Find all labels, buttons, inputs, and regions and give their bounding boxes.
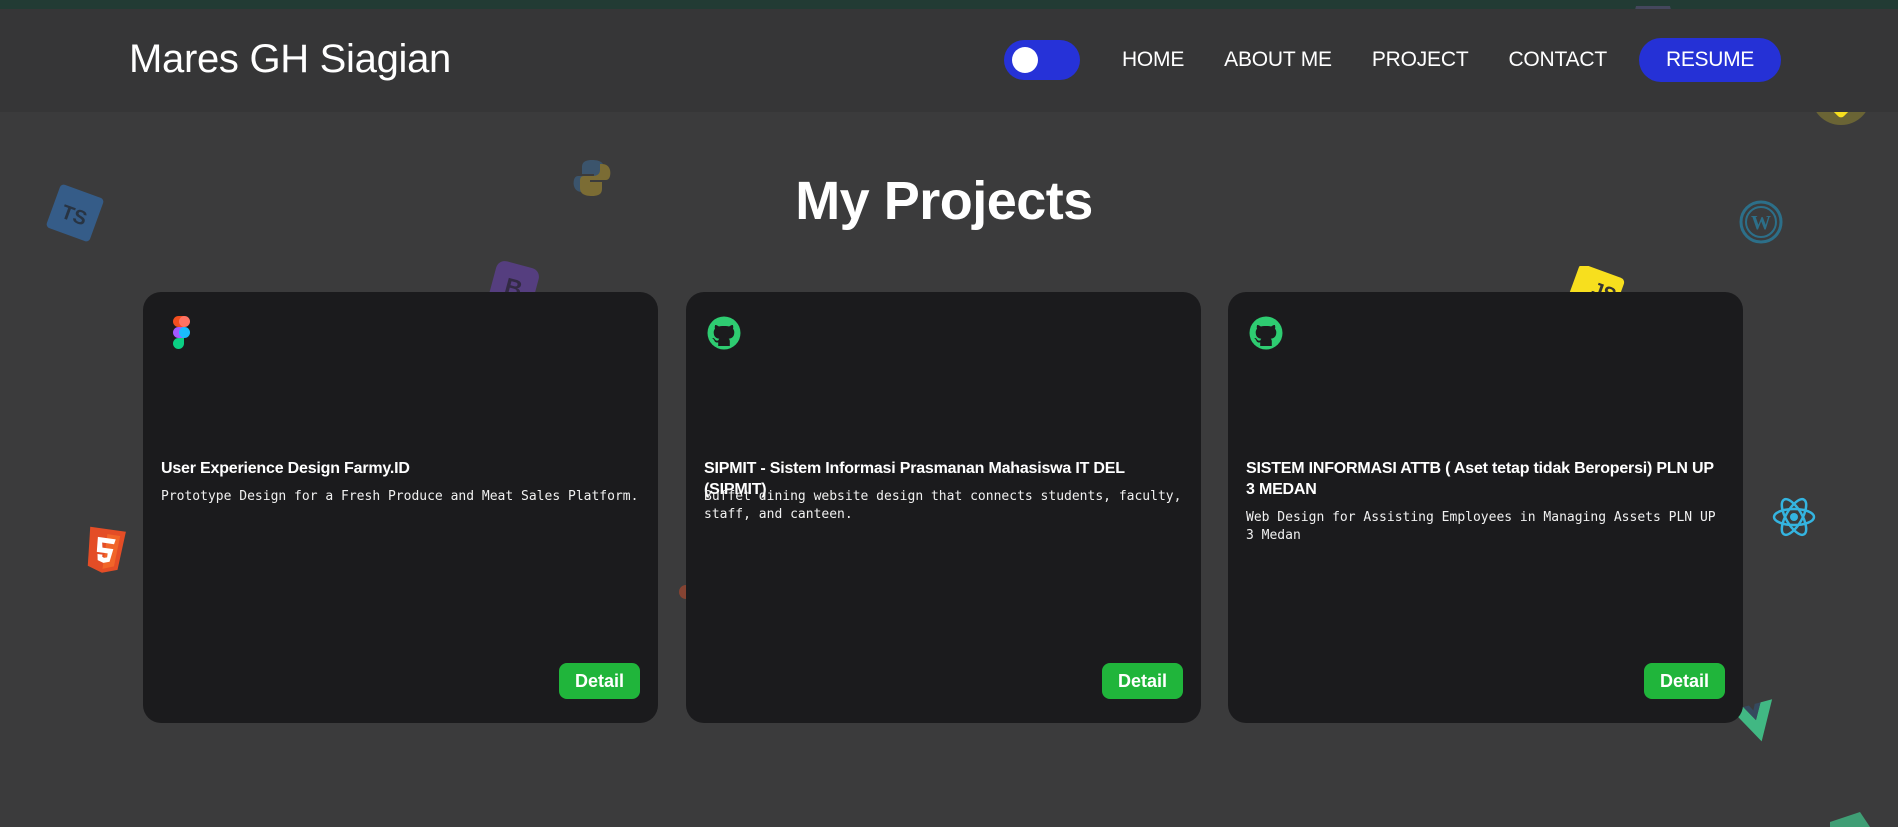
nav-project[interactable]: PROJECT [1372,48,1469,72]
nav-contact[interactable]: CONTACT [1508,48,1607,72]
project-card: SIPMIT - Sistem Informasi Prasmanan Maha… [686,292,1201,723]
project-description: Prototype Design for a Fresh Produce and… [161,489,639,504]
theme-toggle[interactable] [1003,40,1080,80]
detail-button[interactable]: Detail [559,663,640,699]
resume-button[interactable]: RESUME [1639,38,1781,82]
main-nav: HOME ABOUT ME PROJECT CONTACT RESUME [1003,38,1781,82]
nav-about[interactable]: ABOUT ME [1224,48,1332,72]
project-description: Buffet dining website design that connec… [704,489,1182,522]
detail-button[interactable]: Detail [1644,663,1725,699]
site-header: Mares GH Siagian HOME ABOUT ME PROJECT C… [0,9,1898,112]
github-icon [1249,316,1283,350]
figma-icon [173,316,190,349]
github-icon [707,316,741,350]
top-strip [0,0,1898,9]
react-icon [1772,497,1816,537]
page-title: My Projects [795,171,1093,231]
project-title: SISTEM INFORMASI ATTB ( Aset tetap tidak… [1246,460,1714,498]
html5-icon [87,526,126,573]
project-title: User Experience Design Farmy.ID [161,460,410,477]
project-card: SISTEM INFORMASI ATTB ( Aset tetap tidak… [1228,292,1743,723]
vue-icon [1830,812,1870,827]
site-brand[interactable]: Mares GH Siagian [129,37,451,82]
project-description: Web Design for Assisting Employees in Ma… [1246,510,1716,543]
detail-button[interactable]: Detail [1102,663,1183,699]
theme-toggle-knob [1011,47,1038,73]
project-card: User Experience Design Farmy.ID Prototyp… [143,292,658,723]
nav-home[interactable]: HOME [1122,48,1184,72]
